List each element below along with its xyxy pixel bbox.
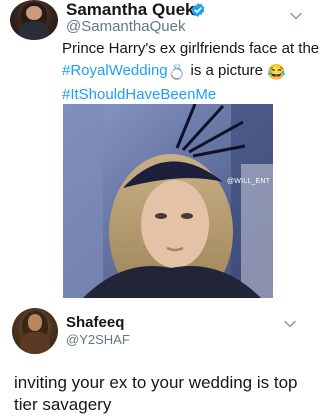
tweet-text: Prince Harry's ex girlfriends face at th… [62, 38, 324, 106]
verified-badge-icon [191, 3, 205, 17]
laughing-emoji: 😂 [267, 64, 286, 81]
photo-watermark: @WILL_ENT [227, 178, 271, 185]
chevron-down-icon[interactable] [290, 12, 302, 20]
tweet-text-part: is a picture [186, 62, 268, 79]
tweet-photo[interactable] [63, 104, 273, 298]
author-handle[interactable]: @Y2SHAF [66, 332, 130, 347]
avatar-body [18, 20, 50, 40]
avatar[interactable] [10, 0, 58, 40]
avatar-face [26, 5, 42, 20]
reply-text: inviting your ex to your wedding is top … [14, 373, 298, 414]
ring-emoji: 💍 [167, 64, 187, 81]
author-name[interactable]: Samantha Quek [66, 0, 195, 20]
hashtag-link[interactable]: #RoyalWedding [62, 62, 168, 79]
avatar[interactable] [12, 308, 58, 354]
author-handle[interactable]: @SamanthaQuek [66, 18, 185, 35]
author-name[interactable]: Shafeeq [66, 314, 124, 331]
hashtag-link[interactable]: #ItShouldHaveBeenMe [62, 86, 216, 103]
tweet-text-part: Prince Harry's ex girlfriends face at th… [62, 40, 320, 57]
avatar-body [20, 331, 50, 354]
photo-illustration [63, 104, 273, 298]
chevron-down-icon[interactable] [284, 320, 296, 328]
